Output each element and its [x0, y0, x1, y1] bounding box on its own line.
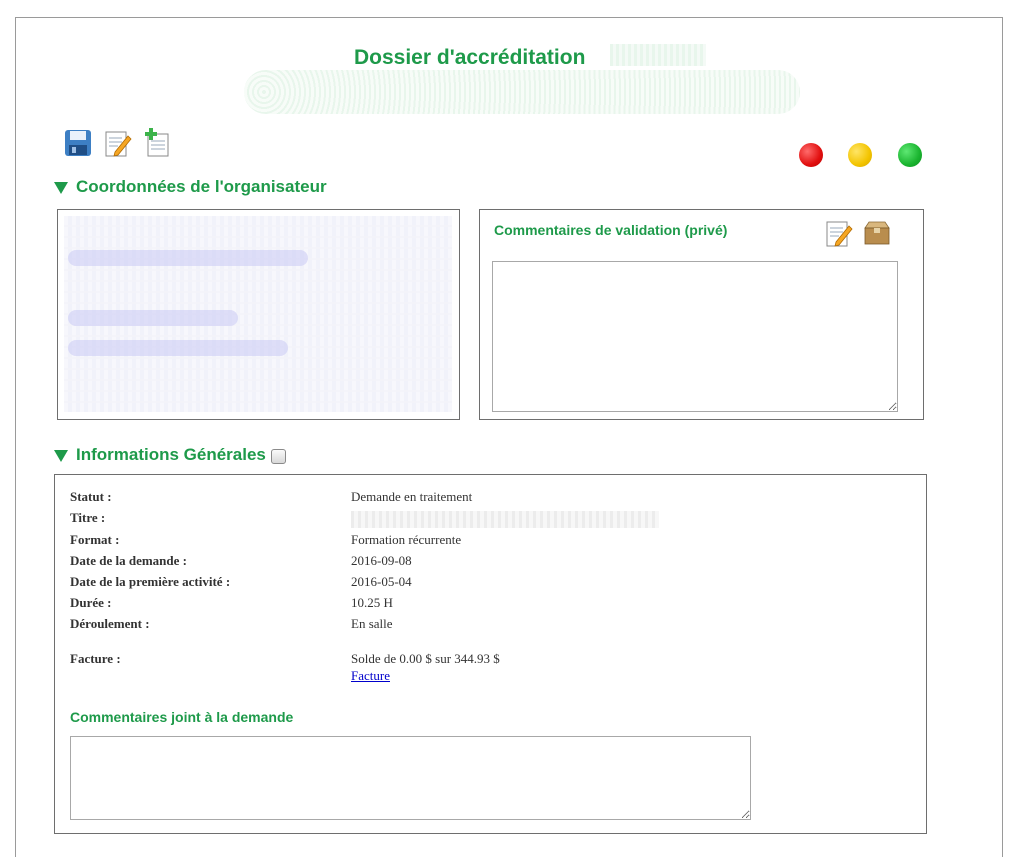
save-icon[interactable]: [64, 128, 92, 158]
info-key: Déroulement :: [70, 616, 150, 631]
info-value: [351, 510, 659, 532]
redacted-title-value: [351, 511, 659, 528]
general-section-checkbox[interactable]: [270, 448, 286, 464]
info-row: Titre :: [70, 510, 659, 532]
info-key: Durée :: [70, 595, 112, 610]
info-key: Statut :: [70, 489, 112, 504]
info-value: 10.25 H: [351, 595, 393, 610]
info-key: Date de la première activité :: [70, 574, 231, 589]
info-key: Titre :: [70, 510, 106, 525]
edit-comment-icon[interactable]: [825, 218, 853, 248]
info-value: Solde de 0.00 $ sur 344.93 $ Facture: [351, 651, 659, 684]
info-key: Facture :: [70, 651, 121, 666]
general-section-toggle[interactable]: Informations Générales: [54, 445, 286, 465]
new-document-icon[interactable]: [143, 128, 171, 158]
info-value: Demande en traitement: [351, 489, 473, 504]
redacted-title-suffix: [610, 44, 706, 66]
validation-comments-label: Commentaires de validation (privé): [494, 222, 728, 238]
joint-comments-textarea[interactable]: [70, 736, 751, 820]
page-title: Dossier d'accréditation: [354, 46, 586, 69]
redacted-line: [68, 340, 288, 356]
general-info-table: Statut : Demande en traitement Titre : F…: [70, 489, 659, 684]
validation-comments-panel: Commentaires de validation (privé): [479, 209, 924, 420]
organizer-panel: [57, 209, 460, 420]
info-row: Facture : Solde de 0.00 $ sur 344.93 $ F…: [70, 651, 659, 684]
joint-comments-label: Commentaires joint à la demande: [70, 709, 294, 725]
edit-icon[interactable]: [104, 128, 132, 158]
status-light-red[interactable]: [799, 143, 823, 167]
redacted-line: [68, 310, 238, 326]
info-row: Durée : 10.25 H: [70, 595, 659, 616]
organizer-heading: Coordonnées de l'organisateur: [76, 177, 327, 196]
info-value: 2016-09-08: [351, 553, 412, 568]
organizer-section-toggle[interactable]: Coordonnées de l'organisateur: [54, 177, 327, 197]
status-light-yellow[interactable]: [848, 143, 872, 167]
status-light-green[interactable]: [898, 143, 922, 167]
invoice-balance: Solde de 0.00 $ sur 344.93 $: [351, 651, 500, 666]
info-row: Statut : Demande en traitement: [70, 489, 659, 510]
info-value: Formation récurrente: [351, 532, 462, 547]
spacer-row: [70, 637, 659, 651]
general-heading: Informations Générales: [76, 445, 266, 464]
info-row: Format : Formation récurrente: [70, 532, 659, 553]
archive-box-icon[interactable]: [863, 221, 891, 245]
info-row: Date de la première activité : 2016-05-0…: [70, 574, 659, 595]
info-key: Format :: [70, 532, 120, 547]
info-row: Déroulement : En salle: [70, 616, 659, 637]
info-row: Date de la demande : 2016-09-08: [70, 553, 659, 574]
collapse-triangle-icon: [54, 449, 68, 462]
collapse-triangle-icon: [54, 181, 68, 194]
info-value: En salle: [351, 616, 393, 631]
info-key: Date de la demande :: [70, 553, 187, 568]
validation-comments-textarea[interactable]: [492, 261, 898, 412]
redacted-subtitle: [244, 70, 800, 114]
invoice-link[interactable]: Facture: [351, 668, 659, 684]
redacted-line: [68, 250, 308, 266]
general-info-panel: Statut : Demande en traitement Titre : F…: [54, 474, 927, 834]
info-value: 2016-05-04: [351, 574, 412, 589]
